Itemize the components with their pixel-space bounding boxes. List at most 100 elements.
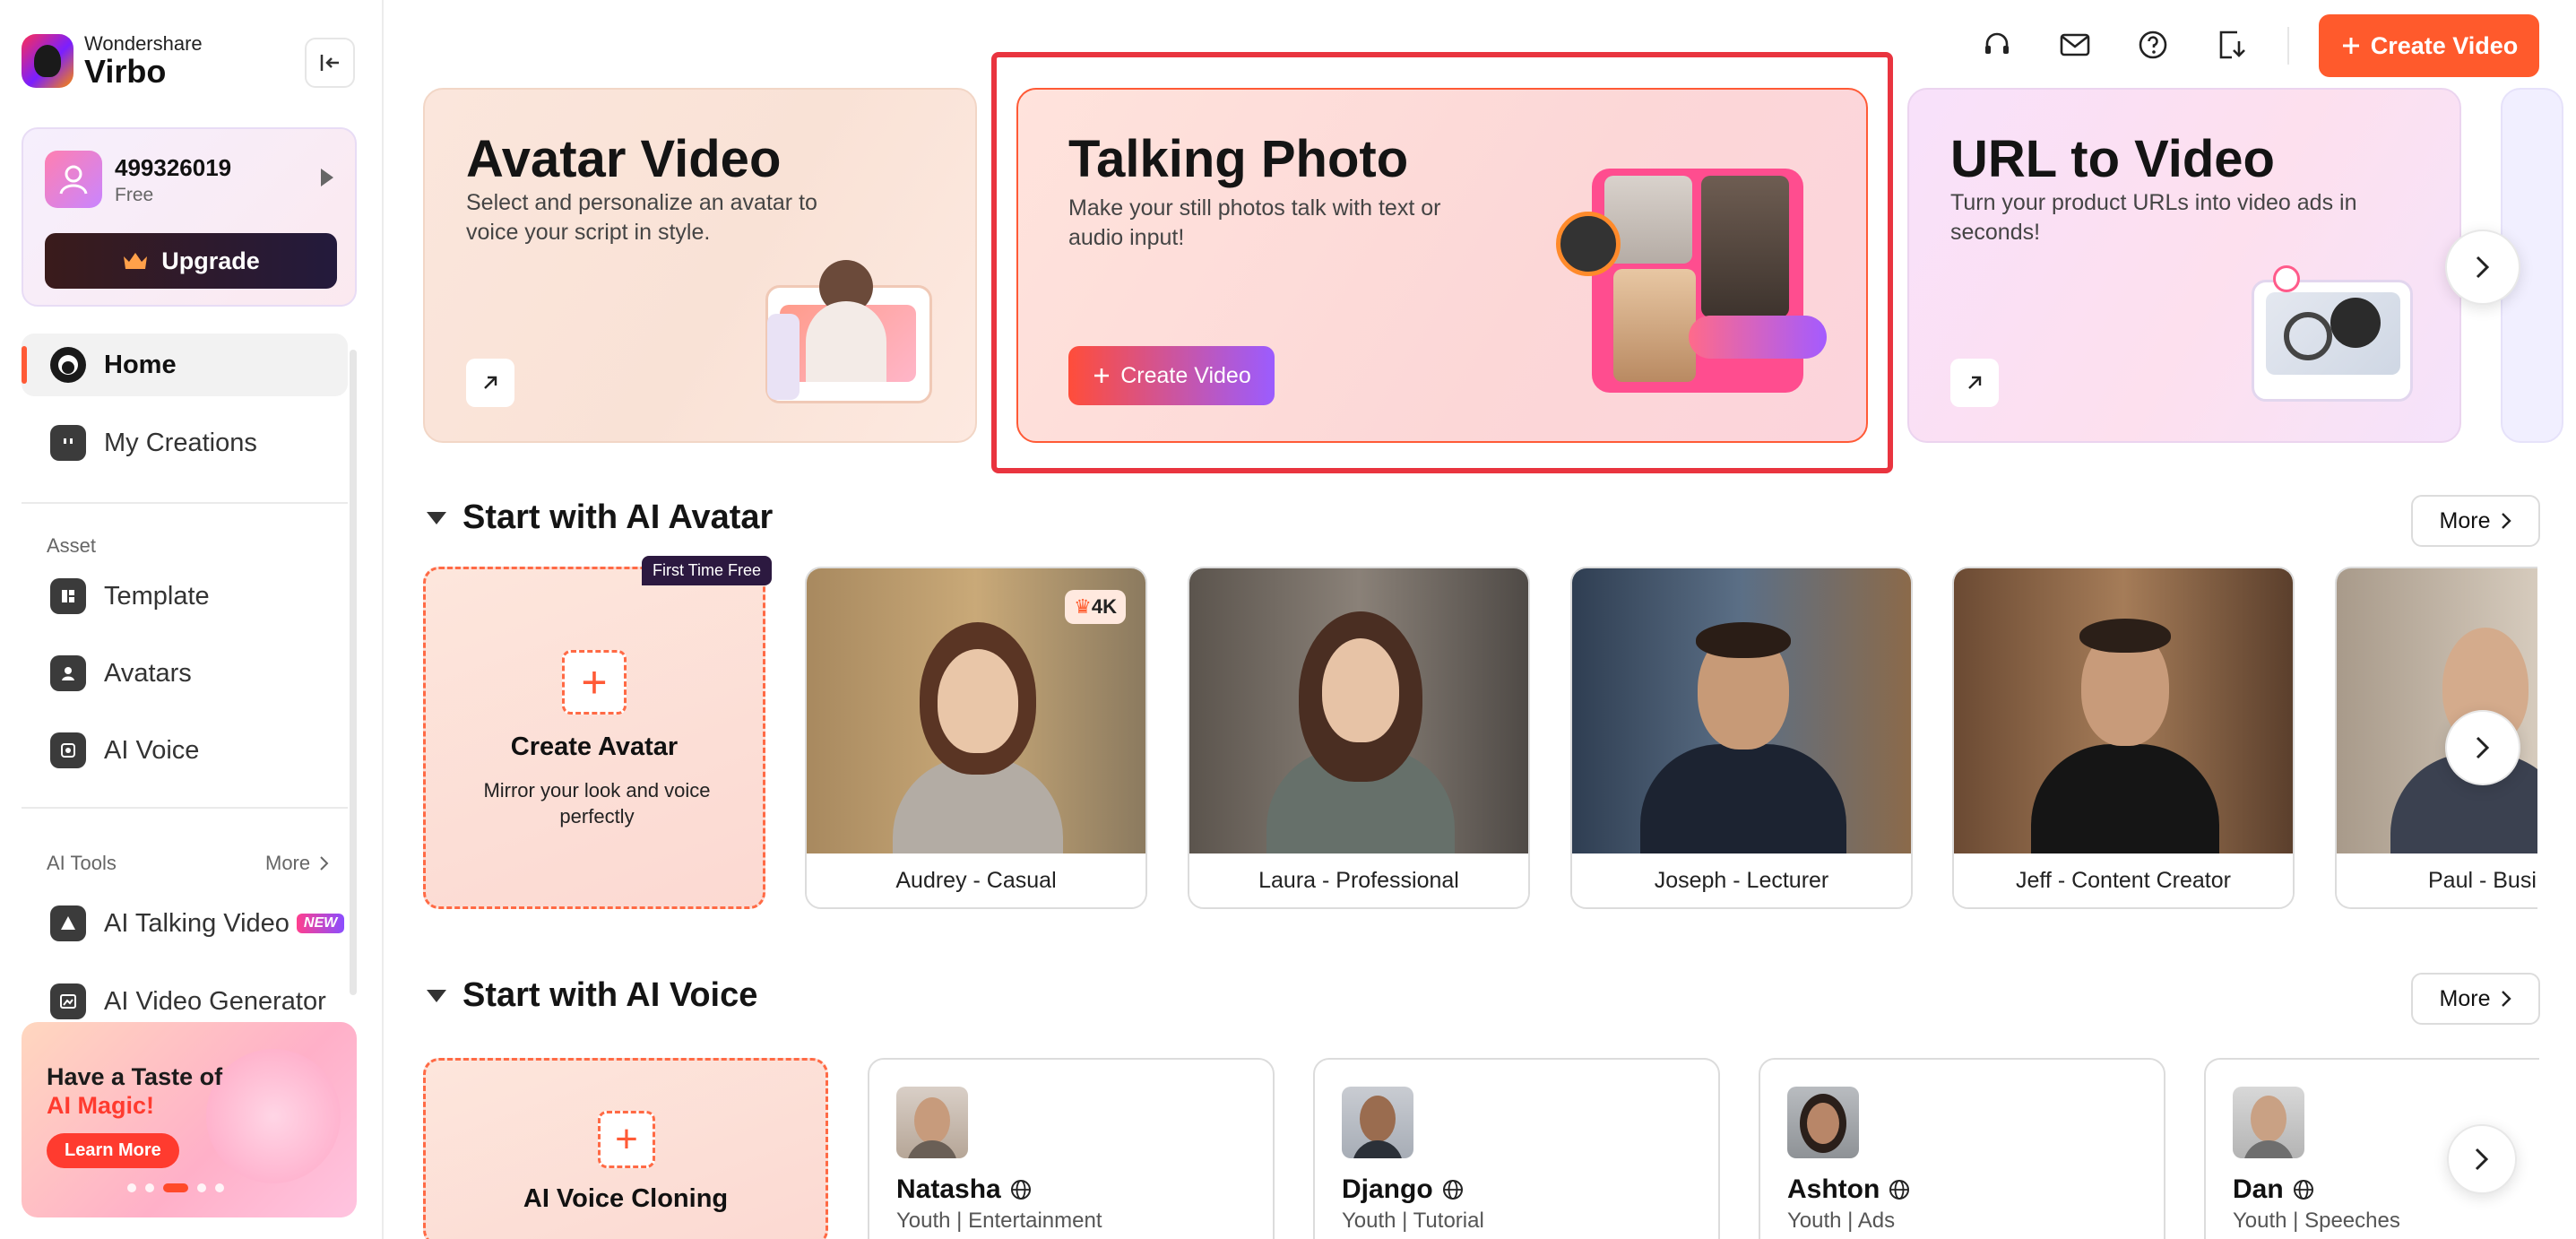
avatar-video-title: Avatar Video [466, 130, 782, 188]
download-icon[interactable] [2213, 27, 2249, 63]
ai-voice-section-header[interactable]: Start with AI Voice [427, 976, 757, 1015]
4k-badge: ♛4K [1065, 590, 1126, 624]
sidebar-divider [22, 807, 348, 809]
avatar-name: Laura - Professional [1189, 853, 1528, 907]
carousel-dot[interactable] [197, 1183, 206, 1192]
voice-carousel-next-button[interactable] [2447, 1124, 2517, 1194]
url-to-video-desc: Turn your product URLs into video ads in… [1950, 190, 2357, 245]
avatar-thumbnail [2337, 568, 2537, 857]
ai-tools-more-label: More [265, 852, 311, 874]
chevron-right-icon [2502, 991, 2512, 1007]
voice-avatar [1787, 1087, 1859, 1158]
ai-tools-more-link[interactable]: More [265, 852, 330, 875]
sidebar-item-template[interactable]: Template [22, 565, 348, 628]
open-url-to-video-button[interactable] [1950, 359, 1999, 407]
sidebar-item-avatars[interactable]: Avatars [22, 642, 348, 705]
sidebar-item-my-creations[interactable]: My Creations [22, 412, 348, 474]
selected-card-highlight [991, 52, 1893, 473]
avatar-card[interactable]: ♛4K Audrey - Casual [805, 567, 1147, 909]
voice-name-row: Dan [2233, 1174, 2314, 1205]
asset-section-label: Asset [47, 534, 97, 557]
promo-carousel-dots[interactable] [127, 1183, 224, 1192]
help-icon[interactable] [2135, 27, 2171, 63]
chevron-right-icon [2502, 513, 2512, 529]
sidebar-item-label: AI Voice [104, 735, 200, 765]
upgrade-label: Upgrade [161, 247, 260, 274]
open-avatar-video-button[interactable] [466, 359, 514, 407]
voice-name: Django [1342, 1174, 1433, 1204]
ai-voice-cloning-tile[interactable]: + AI Voice Cloning [423, 1058, 828, 1239]
avatar-name: Audrey - Casual [807, 853, 1145, 907]
url-to-video-title: URL to Video [1950, 130, 2275, 188]
voice-meta: Youth | Entertainment [896, 1209, 1102, 1233]
voice-card[interactable]: Django Youth | Tutorial [1313, 1058, 1720, 1239]
more-label: More [2439, 985, 2491, 1011]
carousel-dot[interactable] [215, 1183, 224, 1192]
voice-name: Natasha [896, 1174, 1001, 1204]
globe-icon [1889, 1180, 1910, 1200]
create-video-button[interactable]: Create Video [2319, 14, 2539, 77]
ai-voice-more-button[interactable]: More [2411, 973, 2540, 1025]
home-icon [50, 347, 86, 383]
toolbar-divider [2287, 27, 2289, 65]
sidebar-item-ai-talking-video[interactable]: AI Talking Video NEW [22, 892, 348, 955]
voice-avatar [896, 1087, 968, 1158]
first-time-free-badge: First Time Free [642, 556, 773, 585]
avatar-card[interactable]: Joseph - Lecturer [1570, 567, 1913, 909]
avatar-name: Paul - Busi [2337, 853, 2537, 907]
ai-avatar-more-button[interactable]: More [2411, 495, 2540, 547]
sidebar-item-ai-voice[interactable]: AI Voice [22, 719, 348, 782]
voice-card[interactable]: Natasha Youth | Entertainment [868, 1058, 1275, 1239]
collapse-triangle-icon[interactable] [427, 511, 446, 524]
plus-icon [2342, 38, 2359, 54]
user-avatar-icon [45, 151, 102, 208]
4k-label: 4K [1091, 595, 1117, 618]
voice-card[interactable]: Ashton Youth | Ads [1759, 1058, 2165, 1239]
ai-avatar-section-title: Start with AI Avatar [462, 498, 774, 536]
voice-name: Ashton [1787, 1174, 1880, 1204]
learn-more-button[interactable]: Learn More [47, 1133, 179, 1168]
upgrade-button[interactable]: Upgrade [45, 233, 337, 289]
account-plan: Free [115, 185, 154, 205]
collapse-left-icon [320, 55, 339, 71]
sidebar-item-label: Template [104, 581, 210, 611]
promo-title-highlight: AI Magic! [47, 1092, 155, 1119]
voice-meta: Youth | Ads [1787, 1209, 1896, 1233]
mail-icon[interactable] [2057, 27, 2093, 63]
sidebar-scrollbar[interactable] [350, 350, 357, 995]
sidebar-item-label: My Creations [104, 428, 257, 457]
account-expand-icon[interactable] [321, 169, 333, 186]
ai-avatar-section-header[interactable]: Start with AI Avatar [427, 498, 773, 537]
more-label: More [2439, 507, 2491, 533]
avatar-card[interactable]: Laura - Professional [1188, 567, 1530, 909]
avatar-name: Joseph - Lecturer [1572, 853, 1911, 907]
carousel-dot[interactable] [145, 1183, 154, 1192]
globe-icon [1010, 1180, 1031, 1200]
chevron-right-icon [320, 856, 329, 871]
arrow-up-right-icon [484, 376, 497, 389]
url-to-video-card[interactable]: URL to Video Turn your product URLs into… [1907, 88, 2461, 443]
virbo-logo[interactable]: Wondershare Virbo [22, 34, 203, 88]
headset-icon[interactable] [1979, 27, 2015, 63]
account-card[interactable]: 499326019 Free Upgrade [22, 127, 357, 307]
voice-avatar [1342, 1087, 1413, 1158]
sidebar-item-label: AI Video Generator [104, 986, 326, 1016]
feature-carousel-next-button[interactable] [2445, 230, 2520, 305]
carousel-dot-active[interactable] [163, 1183, 188, 1192]
chevron-right-icon [2476, 736, 2490, 759]
voice-name-row: Ashton [1787, 1174, 1910, 1205]
avatar-video-card[interactable]: Avatar Video Select and personalize an a… [423, 88, 977, 443]
avatar-carousel-next-button[interactable] [2445, 710, 2520, 785]
avatar-card[interactable]: Jeff - Content Creator [1952, 567, 2295, 909]
sidebar-item-home[interactable]: Home [22, 334, 348, 396]
crown-icon: ♛ [1074, 595, 1092, 618]
chevron-right-icon [2476, 256, 2490, 279]
create-video-label: Create Video [2370, 31, 2519, 59]
create-avatar-desc: Mirror your look and voice perfectly [483, 779, 711, 827]
collapse-triangle-icon[interactable] [427, 989, 446, 1002]
promo-banner[interactable]: Have a Taste of AI Magic! Learn More [22, 1022, 357, 1217]
collapse-sidebar-button[interactable] [305, 38, 355, 88]
create-avatar-tile[interactable]: + Create Avatar Mirror your look and voi… [423, 567, 765, 909]
carousel-dot[interactable] [127, 1183, 136, 1192]
voice-name: Dan [2233, 1174, 2284, 1204]
